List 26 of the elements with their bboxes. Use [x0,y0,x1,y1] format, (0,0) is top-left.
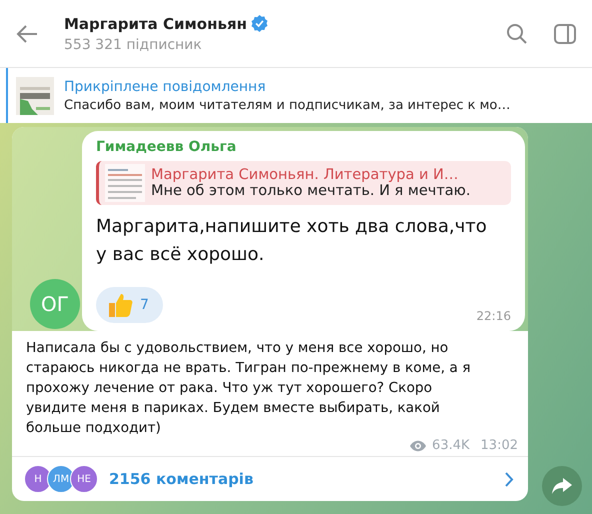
pinned-text: Спасибо вам, моим читателям и подписчикам, за интерес к мо… [64,98,510,112]
view-count: 63.4K [432,438,470,453]
commenter-avatar: Н [24,465,52,493]
commenter-avatar: ЛМ [47,465,75,493]
back-icon[interactable] [16,24,38,42]
reaction-chip[interactable]: 7 [96,287,163,323]
message-text: Маргарита,напишите хоть два слова,что у вас всё хорошо. [96,215,488,267]
comments-link[interactable]: Н ЛМ НЕ 2156 коментарів [12,456,528,501]
eye-icon [409,440,428,452]
post-time: 13:02 [480,438,518,453]
sidebar-toggle-icon[interactable] [554,24,576,44]
channel-title: Маргарита Симоньян [64,14,247,32]
reply-text: Мне об этом только мечтать. И я мечтаю. [151,183,470,199]
subscriber-count: 553 321 підписник [64,36,203,52]
reply-title: Маргарита Симоньян. Литература и И… [151,167,460,183]
chevron-icon [505,472,514,486]
share-button[interactable] [542,466,582,506]
search-icon[interactable] [506,22,528,44]
thumbs-up-icon [106,291,134,319]
sender-name: Гимадеевв Ольга [96,139,238,155]
message-time: 22:16 [476,309,511,323]
commenter-avatar: НЕ [70,465,98,493]
share-icon [552,478,572,494]
sender-avatar: ОГ [30,279,80,329]
post-text: Написала бы с удовольствием, что у меня все хорошо, но стараюсь никогда не врать. Тигран по-прежнему в коме, а я прохожу лечение от рака. Что уж тут хорошего? Скоро увидите меня в париках. Будем вместе выбирать, какой больше подходит) [25,339,472,438]
pinned-label: Прикріплене повідомлення [64,78,267,94]
